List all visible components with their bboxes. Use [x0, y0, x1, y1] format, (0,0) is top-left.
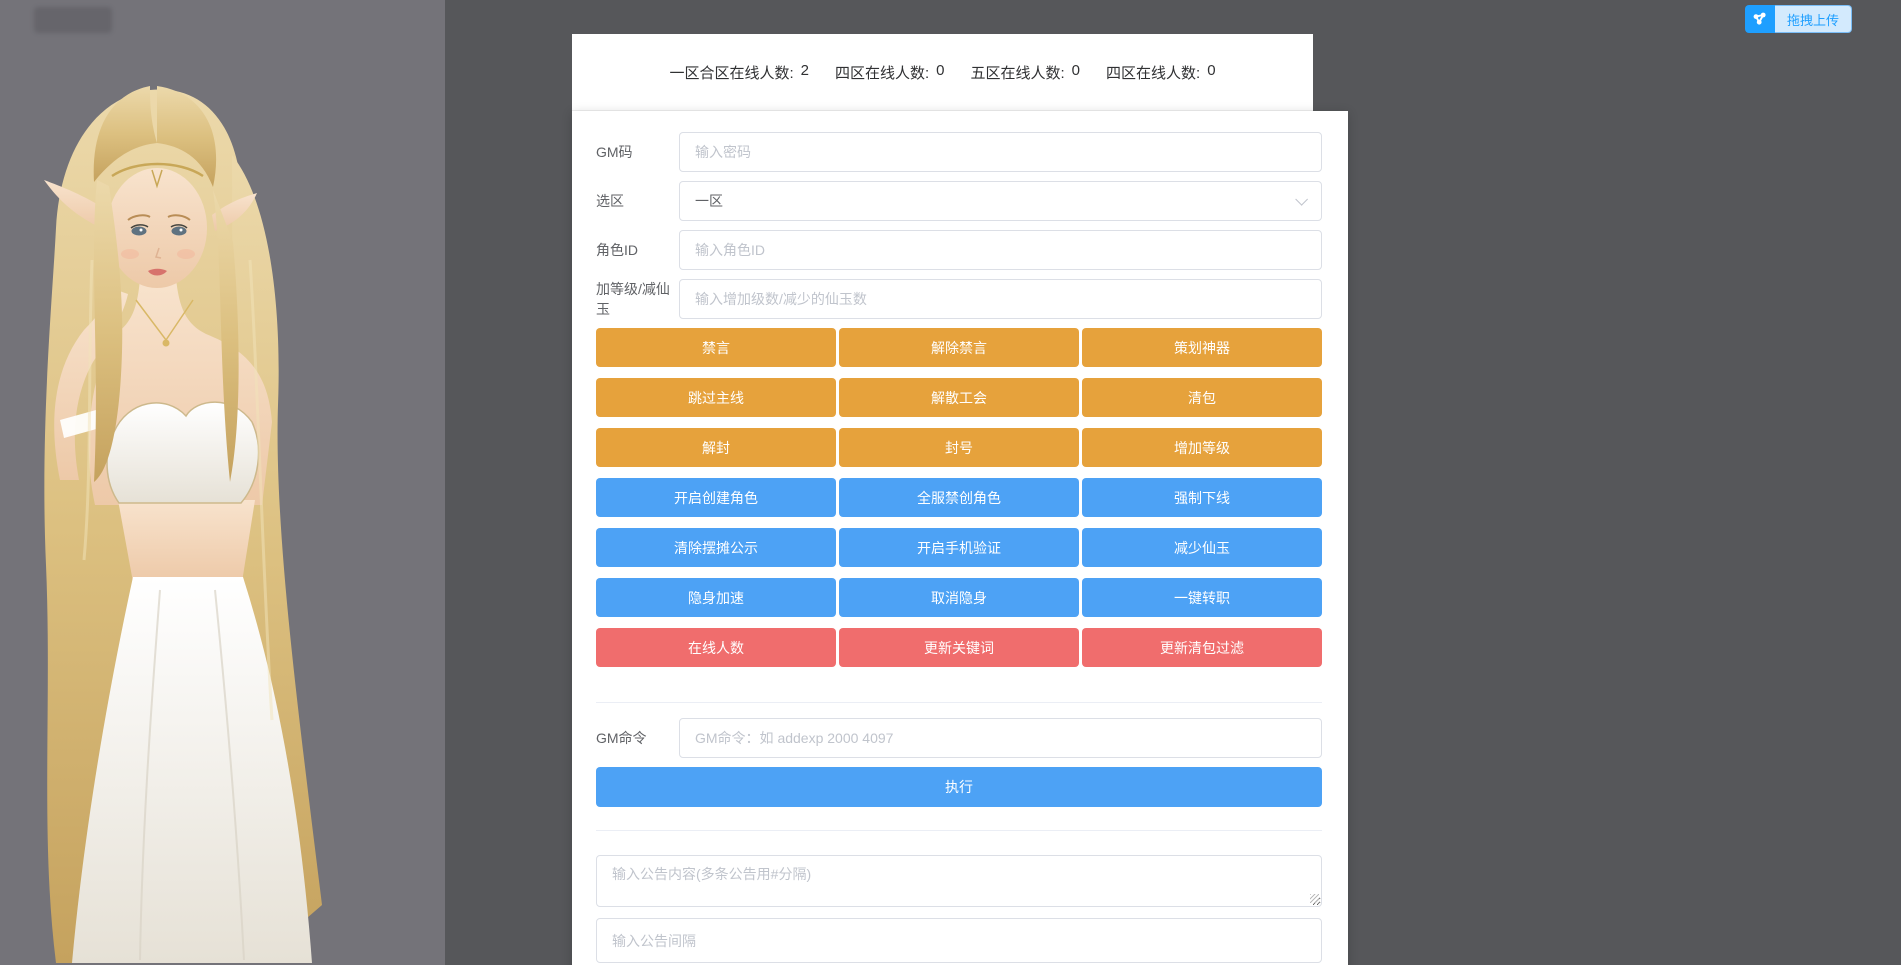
action-row-6: 隐身加速 取消隐身 一键转职	[596, 578, 1322, 617]
gm-command-label: GM命令	[596, 728, 679, 748]
elf-character-image	[0, 0, 445, 965]
level-jade-row: 加等级/减仙玉	[596, 279, 1322, 319]
disband-guild-button[interactable]: 解散工会	[839, 378, 1079, 417]
stat-zone4: 四区在线人数:0	[835, 62, 945, 83]
unban-button[interactable]: 解封	[596, 428, 836, 467]
execute-button[interactable]: 执行	[596, 767, 1322, 807]
unmute-button[interactable]: 解除禁言	[839, 328, 1079, 367]
role-id-input[interactable]	[679, 230, 1322, 270]
enable-phone-verify-button[interactable]: 开启手机验证	[839, 528, 1079, 567]
zone-select[interactable]: 一区	[679, 181, 1322, 221]
mute-button[interactable]: 禁言	[596, 328, 836, 367]
action-row-3: 解封 封号 增加等级	[596, 428, 1322, 467]
gm-code-row: GM码	[596, 132, 1322, 172]
clear-stall-notice-button[interactable]: 清除摆摊公示	[596, 528, 836, 567]
enable-create-role-button[interactable]: 开启创建角色	[596, 478, 836, 517]
level-jade-input[interactable]	[679, 279, 1322, 319]
one-key-class-change-button[interactable]: 一键转职	[1082, 578, 1322, 617]
gm-code-input[interactable]	[679, 132, 1322, 172]
chevron-down-icon	[1295, 193, 1308, 206]
action-row-1: 禁言 解除禁言 策划神器	[596, 328, 1322, 367]
action-row-4: 开启创建角色 全服禁创角色 强制下线	[596, 478, 1322, 517]
zone-select-row: 选区 一区	[596, 181, 1322, 221]
divider	[596, 830, 1322, 831]
drag-upload-label: 拖拽上传	[1775, 5, 1852, 33]
forbid-create-role-button[interactable]: 全服禁创角色	[839, 478, 1079, 517]
level-jade-label: 加等级/减仙玉	[596, 279, 679, 319]
skip-mainline-button[interactable]: 跳过主线	[596, 378, 836, 417]
zone-select-value: 一区	[695, 191, 723, 211]
stat-zone1: 一区合区在线人数:2	[669, 62, 809, 83]
role-id-label: 角色ID	[596, 240, 679, 260]
reduce-jade-button[interactable]: 减少仙玉	[1082, 528, 1322, 567]
character-illustration-panel	[0, 0, 445, 965]
add-level-button[interactable]: 增加等级	[1082, 428, 1322, 467]
online-stats-bar: 一区合区在线人数:2 四区在线人数:0 五区在线人数:0 四区在线人数:0	[572, 34, 1313, 111]
action-row-5: 清除摆摊公示 开启手机验证 减少仙玉	[596, 528, 1322, 567]
notice-interval-input[interactable]	[596, 918, 1322, 963]
stat-zone5: 五区在线人数:0	[971, 62, 1081, 83]
planner-tool-button[interactable]: 策划神器	[1082, 328, 1322, 367]
gm-command-row: GM命令	[596, 718, 1322, 758]
online-count-button[interactable]: 在线人数	[596, 628, 836, 667]
gm-form-card: GM码 选区 一区 角色ID 加等级/减仙玉 禁言 解除禁言 策划神器 跳过主线…	[572, 111, 1348, 965]
update-keywords-button[interactable]: 更新关键词	[839, 628, 1079, 667]
drag-upload-control[interactable]: 拖拽上传	[1745, 5, 1852, 33]
gm-code-label: GM码	[596, 142, 679, 162]
action-row-2: 跳过主线 解散工会 清包	[596, 378, 1322, 417]
share-nodes-icon	[1745, 5, 1775, 33]
update-clearbag-filter-button[interactable]: 更新清包过滤	[1082, 628, 1322, 667]
divider	[596, 702, 1322, 703]
admin-panel: 一区合区在线人数:2 四区在线人数:0 五区在线人数:0 四区在线人数:0 GM…	[572, 34, 1348, 965]
stealth-speed-button[interactable]: 隐身加速	[596, 578, 836, 617]
notice-content-textarea[interactable]	[596, 855, 1322, 907]
force-offline-button[interactable]: 强制下线	[1082, 478, 1322, 517]
ban-button[interactable]: 封号	[839, 428, 1079, 467]
notice-content-wrap	[596, 855, 1322, 907]
cancel-stealth-button[interactable]: 取消隐身	[839, 578, 1079, 617]
stat-zone4b: 四区在线人数:0	[1106, 62, 1216, 83]
watermark	[34, 7, 112, 33]
gm-command-input[interactable]	[679, 718, 1322, 758]
role-id-row: 角色ID	[596, 230, 1322, 270]
clear-bag-button[interactable]: 清包	[1082, 378, 1322, 417]
action-row-7: 在线人数 更新关键词 更新清包过滤	[596, 628, 1322, 667]
zone-select-label: 选区	[596, 191, 679, 211]
